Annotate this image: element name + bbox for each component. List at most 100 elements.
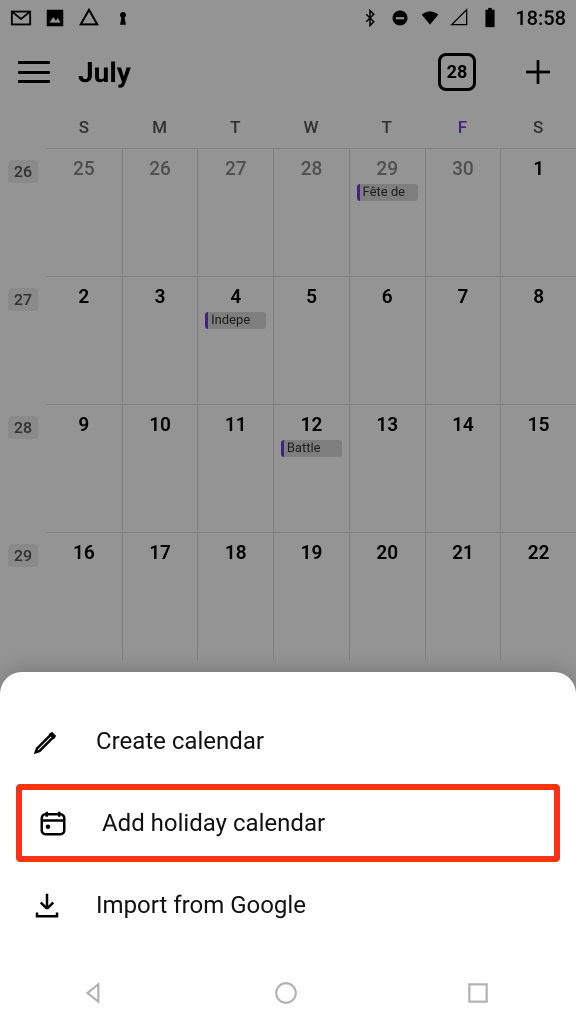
create-calendar-item[interactable]: Create calendar <box>0 702 576 780</box>
week-number: 27 <box>0 276 46 404</box>
day-number: 28 <box>301 157 323 180</box>
drive-icon <box>78 7 100 29</box>
day-number: 12 <box>301 413 323 436</box>
keyhole-icon <box>112 7 134 29</box>
battery-icon <box>479 7 501 29</box>
nav-home[interactable] <box>273 980 303 1010</box>
calendar-grid: 26272829 SMTWTFS 2526272829Fête de301234… <box>0 108 576 660</box>
event-chip[interactable]: Indepe <box>205 312 266 329</box>
dow-header: S <box>46 108 122 148</box>
sheet-item-label: Create calendar <box>96 727 264 755</box>
add-holiday-calendar-item[interactable]: Add holiday calendar <box>16 784 560 862</box>
week-number: 28 <box>0 404 46 532</box>
day-cell[interactable]: 13 <box>349 405 425 532</box>
day-number: 21 <box>452 541 474 564</box>
week-row: 2 3 4 Indepe 5 6 7 8 <box>46 276 576 404</box>
day-cell[interactable]: 16 <box>46 533 122 660</box>
today-button[interactable]: 28 <box>438 53 476 91</box>
day-cell[interactable]: 4 Indepe <box>197 277 273 404</box>
day-cell[interactable]: 18 <box>197 533 273 660</box>
dnd-icon <box>389 7 411 29</box>
clock: 18:58 <box>515 6 566 30</box>
dow-header: T <box>349 108 425 148</box>
day-number: 20 <box>376 541 398 564</box>
day-number: 16 <box>73 541 95 564</box>
day-number: 9 <box>78 413 89 436</box>
day-cell[interactable]: 17 <box>122 533 198 660</box>
day-number: 29 <box>376 157 398 180</box>
day-number: 5 <box>306 285 317 308</box>
status-bar: 18:58 <box>0 0 576 36</box>
week-row: 25 26 27 28 29 Fête de 30 1 <box>46 148 576 276</box>
day-cell[interactable]: 30 <box>425 149 501 276</box>
day-number: 14 <box>452 413 474 436</box>
day-number: 1 <box>533 157 544 180</box>
day-cell[interactable]: 5 <box>273 277 349 404</box>
day-cell[interactable]: 27 <box>197 149 273 276</box>
day-number: 26 <box>149 157 171 180</box>
day-cell[interactable]: 2 <box>46 277 122 404</box>
signal-icon <box>449 7 471 29</box>
menu-button[interactable] <box>18 61 50 83</box>
week-number: 26 <box>0 148 46 276</box>
day-cell[interactable]: 8 <box>500 277 576 404</box>
day-cell[interactable]: 21 <box>425 533 501 660</box>
day-cell[interactable]: 25 <box>46 149 122 276</box>
day-cell[interactable]: 29 Fête de <box>349 149 425 276</box>
day-number: 11 <box>225 413 247 436</box>
bluetooth-icon <box>359 7 381 29</box>
dow-header: T <box>197 108 273 148</box>
day-number: 17 <box>149 541 171 564</box>
download-icon <box>30 888 64 922</box>
wifi-icon <box>419 7 441 29</box>
day-number: 15 <box>528 413 550 436</box>
app-header: July 28 <box>0 36 576 108</box>
day-cell[interactable]: 1 <box>500 149 576 276</box>
nav-bar <box>0 966 576 1024</box>
sheet-item-label: Add holiday calendar <box>102 809 325 837</box>
day-cell[interactable]: 3 <box>122 277 198 404</box>
photos-icon <box>44 7 66 29</box>
day-cell[interactable]: 26 <box>122 149 198 276</box>
day-number: 30 <box>452 157 474 180</box>
day-number: 27 <box>225 157 247 180</box>
add-button[interactable] <box>518 52 558 92</box>
day-number: 7 <box>457 285 468 308</box>
day-number: 10 <box>149 413 171 436</box>
day-number: 4 <box>230 285 241 308</box>
day-cell[interactable]: 22 <box>500 533 576 660</box>
day-cell[interactable]: 28 <box>273 149 349 276</box>
day-cell[interactable]: 15 <box>500 405 576 532</box>
day-cell[interactable]: 20 <box>349 533 425 660</box>
nav-recent[interactable] <box>465 980 495 1010</box>
event-chip[interactable]: Fête de <box>357 184 418 201</box>
dow-header: M <box>122 108 198 148</box>
day-cell[interactable]: 11 <box>197 405 273 532</box>
day-cell[interactable]: 7 <box>425 277 501 404</box>
week-number: 29 <box>0 532 46 660</box>
week-row: 16 17 18 19 20 21 22 <box>46 532 576 660</box>
sheet-item-label: Import from Google <box>96 891 306 919</box>
day-number: 13 <box>376 413 398 436</box>
week-row: 9 10 11 12 Battle 13 14 15 <box>46 404 576 532</box>
nav-back[interactable] <box>81 980 111 1010</box>
day-cell[interactable]: 10 <box>122 405 198 532</box>
day-cell[interactable]: 9 <box>46 405 122 532</box>
day-cell[interactable]: 6 <box>349 277 425 404</box>
month-title[interactable]: July <box>78 56 418 89</box>
day-cell[interactable]: 19 <box>273 533 349 660</box>
day-cell[interactable]: 12 Battle <box>273 405 349 532</box>
day-number: 6 <box>382 285 393 308</box>
dow-header: W <box>273 108 349 148</box>
day-cell[interactable]: 14 <box>425 405 501 532</box>
day-number: 19 <box>301 541 323 564</box>
import-google-item[interactable]: Import from Google <box>0 866 576 944</box>
gmail-icon <box>10 7 32 29</box>
event-chip[interactable]: Battle <box>281 440 342 457</box>
day-number: 2 <box>78 285 89 308</box>
day-number: 3 <box>155 285 166 308</box>
pencil-icon <box>30 724 64 758</box>
day-number: 18 <box>225 541 247 564</box>
day-number: 25 <box>73 157 95 180</box>
today-number: 28 <box>447 62 468 83</box>
